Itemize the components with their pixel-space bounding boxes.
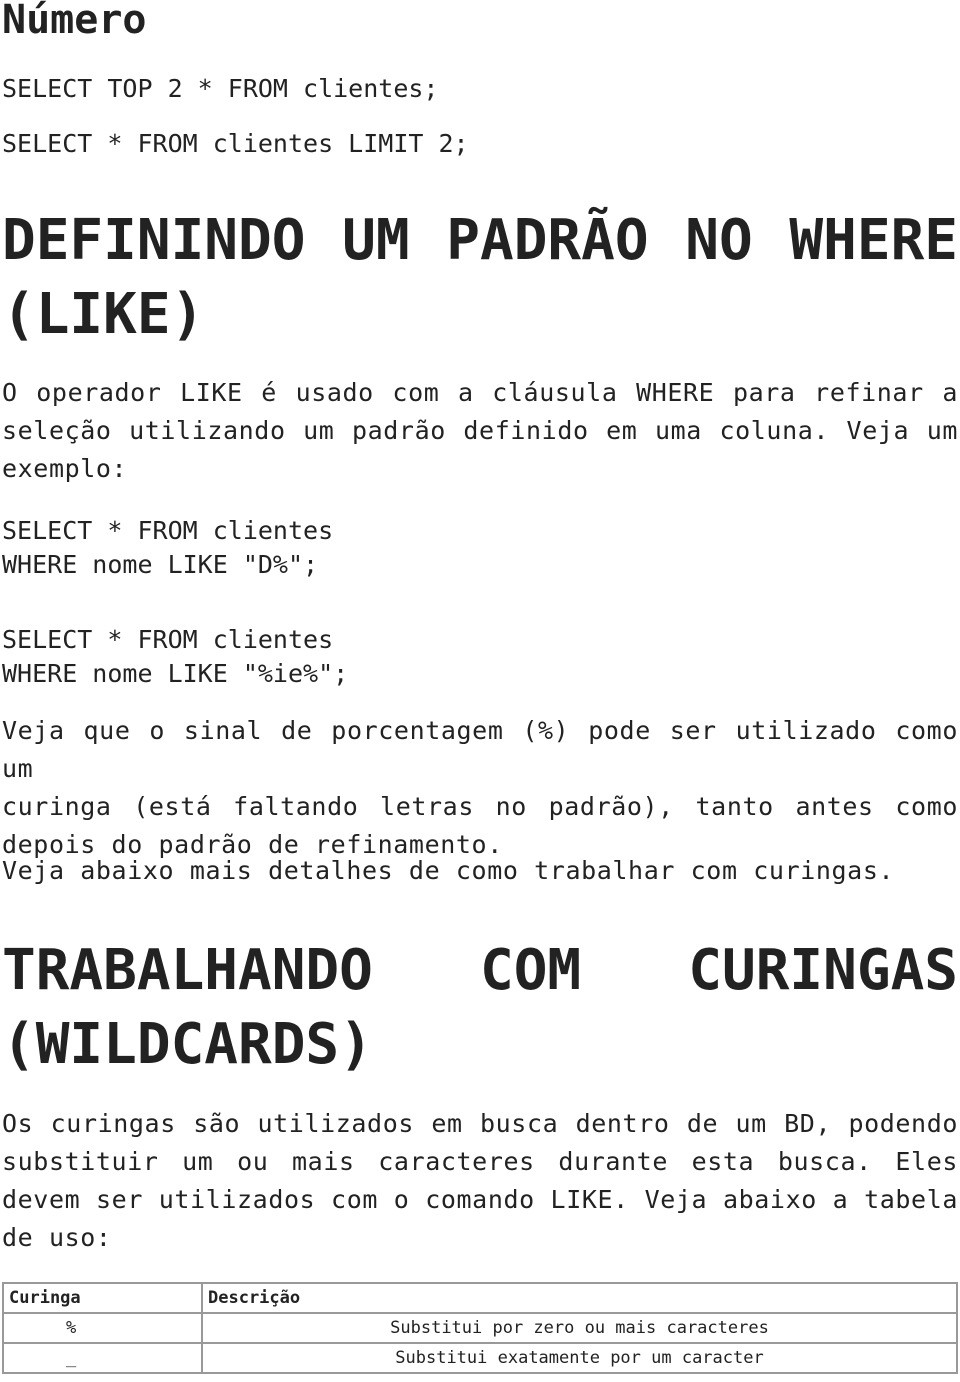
wildcards-intro-paragraph: Os curingas são utilizados em busca dent… (2, 1105, 958, 1257)
table-cell-wildcard: % (2, 1312, 203, 1344)
table-header-cell: Descrição (201, 1282, 958, 1314)
code-example-top: SELECT TOP 2 * FROM clientes; (2, 74, 439, 103)
code-line: WHERE nome LIKE "D%"; (2, 550, 319, 579)
code-line: SELECT * FROM clientes (2, 625, 334, 654)
table-row: % Substitui por zero ou mais caracteres (2, 1312, 958, 1344)
table-cell-wildcard: _ (2, 1342, 203, 1374)
paragraph-line: substituir um ou mais caracteres durante… (2, 1147, 958, 1176)
code-line: SELECT * FROM clientes (2, 516, 334, 545)
paragraph-line: Veja que o sinal de porcentagem (%) pode… (2, 716, 958, 783)
paragraph-line: de uso: (2, 1223, 112, 1252)
see-below-text: Veja abaixo mais detalhes de como trabal… (2, 856, 895, 885)
wildcards-table: Curinga Descrição % Substitui por zero o… (2, 1282, 958, 1374)
table-header-row: Curinga Descrição (2, 1282, 958, 1314)
heading-line: TRABALHANDO COM CURINGAS (2, 938, 958, 1003)
table-row: _ Substitui exatamente por um caracter (2, 1342, 958, 1374)
table-header-cell: Curinga (2, 1282, 203, 1314)
paragraph-line: curinga (está faltando letras no padrão)… (2, 792, 958, 821)
code-example-like-1: SELECT * FROM clientes WHERE nome LIKE "… (2, 514, 333, 582)
paragraph-line: Os curingas são utilizados em busca dent… (2, 1109, 958, 1138)
paragraph-line: seleção utilizando um padrão definido em… (2, 416, 958, 445)
like-intro-paragraph: O operador LIKE é usado com a cláusula W… (2, 374, 958, 488)
section-heading-like: DEFININDO UM PADRÃO NO WHERE (LIKE) (2, 204, 958, 352)
like-note-paragraph: Veja que o sinal de porcentagem (%) pode… (2, 712, 958, 864)
heading-line: DEFININDO UM PADRÃO NO WHERE (2, 208, 958, 273)
table-cell-description: Substitui exatamente por um caracter (201, 1342, 958, 1374)
paragraph-line: O operador LIKE é usado com a cláusula W… (2, 378, 958, 407)
heading-line: (WILDCARDS) (2, 1012, 373, 1077)
paragraph-line: exemplo: (2, 454, 128, 483)
page-title: Número (2, 0, 147, 43)
paragraph-line: devem ser utilizados com o comando LIKE.… (2, 1185, 958, 1214)
heading-line: (LIKE) (2, 282, 205, 347)
code-line: WHERE nome LIKE "%ie%"; (2, 659, 349, 688)
code-example-like-2: SELECT * FROM clientes WHERE nome LIKE "… (2, 623, 348, 691)
code-example-limit: SELECT * FROM clientes LIMIT 2; (2, 129, 469, 158)
table-cell-description: Substitui por zero ou mais caracteres (201, 1312, 958, 1344)
section-heading-wildcards: TRABALHANDO COM CURINGAS (WILDCARDS) (2, 934, 958, 1082)
